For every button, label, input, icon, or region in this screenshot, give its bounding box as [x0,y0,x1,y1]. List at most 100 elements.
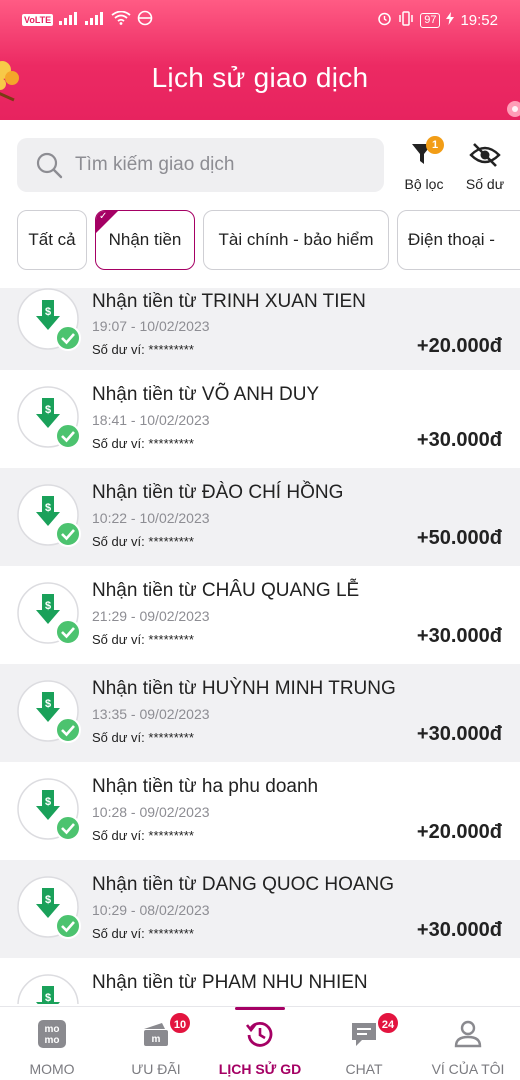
search-placeholder: Tìm kiếm giao dịch [75,154,235,175]
svg-text:$: $ [45,992,51,1004]
vibrate-icon [398,10,414,30]
transaction-title: Nhận tiền từ PHAM NHU NHIEN [92,972,368,993]
clock-time: 19:52 [460,11,498,29]
receive-money-icon: $ [17,582,81,645]
transaction-time: 10:29 - 08/02/2023 [92,902,210,918]
transaction-time: 13:35 - 09/02/2023 [92,706,210,722]
nav-label: ƯU ĐÃI [131,1061,181,1077]
transaction-amount: +20.000đ [416,335,502,357]
transaction-time: 10:22 - 10/02/2023 [92,510,210,526]
wallet-balance: Số dư ví: ********* [92,730,194,745]
momo-logo-icon: mo mo [38,1020,66,1048]
category-chips: Tất cả ✓ Nhận tiền Tài chính - bảo hiểm … [0,208,520,272]
receive-money-icon: $ [17,288,81,351]
svg-text:mo: mo [45,1024,60,1035]
wallet-balance: Số dư ví: ********* [92,534,194,549]
nav-label: VÍ CỦA TÔI [431,1061,505,1077]
svg-text:$: $ [45,698,51,710]
nav-uu-dai[interactable]: m 10 ƯU ĐÃI [104,1007,208,1080]
receive-money-icon: $ [17,680,81,743]
status-bar: VoLTE 97 19:52 [0,0,520,40]
transaction-row[interactable]: $ Nhận tiền từ PHAM NHU NHIEN [0,958,520,1004]
charging-icon [446,11,455,29]
chip-label: Điện thoại - [408,230,495,249]
svg-text:m: m [152,1034,161,1045]
balance-label: Số dư [465,176,505,192]
transaction-row[interactable]: $ Nhận tiền từ ha phu doanh 10:28 - 09/0… [0,762,520,860]
svg-text:$: $ [45,404,51,416]
chip-all[interactable]: Tất cả [17,210,87,270]
nav-momo[interactable]: mo mo MOMO [0,1007,104,1080]
page-title: Lịch sử giao dịch [151,62,369,93]
wallet-balance: Số dư ví: ********* [92,632,194,647]
nav-chat[interactable]: 24 CHAT [312,1007,416,1080]
nav-my-wallet[interactable]: VÍ CỦA TÔI [416,1007,520,1080]
search-icon [36,152,63,179]
transaction-row[interactable]: $ Nhận tiền từ HUỲNH MINH TRUNG 13:35 - … [0,664,520,762]
volte-badge: VoLTE [22,14,54,26]
transaction-row[interactable]: $ Nhận tiền từ ĐÀO CHÍ HỒNG 10:22 - 10/0… [0,468,520,566]
battery-level: 97 [420,12,441,28]
transaction-amount: +30.000đ [416,919,502,941]
wifi-icon [111,10,131,29]
svg-text:mo: mo [45,1035,60,1046]
bottom-navigation: mo mo MOMO m 10 ƯU ĐÃI LỊCH SỬ GD 24 CHA… [0,1006,520,1080]
blossom-decoration-icon [507,101,520,117]
svg-text:$: $ [45,600,51,612]
transaction-title: Nhận tiền từ TRINH XUAN TIEN [92,291,366,312]
transaction-amount: +30.000đ [416,723,502,745]
transaction-row[interactable]: $ Nhận tiền từ VÕ ANH DUY 18:41 - 10/02/… [0,370,520,468]
wallet-balance: Số dư ví: ********* [92,926,194,941]
notification-badge: 24 [376,1011,400,1035]
transaction-amount: +30.000đ [416,429,502,451]
chip-label: Nhận tiền [108,230,182,249]
transaction-title: Nhận tiền từ DANG QUOC HOANG [92,874,395,895]
transaction-time: 21:29 - 09/02/2023 [92,608,210,624]
filter-button[interactable]: 1 Bộ lọc [398,136,450,198]
active-tab-indicator [235,1007,285,1010]
hide-balance-button[interactable]: Số dư [456,138,514,198]
header: VoLTE 97 19:52 Lịch sử giao dịch [0,0,520,120]
transaction-amount: +30.000đ [416,625,502,647]
transaction-title: Nhận tiền từ CHÂU QUANG LỄ [92,580,360,601]
svg-text:$: $ [45,894,51,906]
filter-count-badge: 1 [426,136,444,154]
transaction-amount: +20.000đ [416,821,502,843]
chip-finance-insurance[interactable]: Tài chính - bảo hiểm [203,210,389,270]
transaction-time: 19:07 - 10/02/2023 [92,318,210,334]
voucher-icon: m [144,1023,168,1046]
receive-money-icon: $ [17,876,81,939]
transaction-title: Nhận tiền từ ha phu doanh [92,776,319,797]
transaction-title: Nhận tiền từ HUỲNH MINH TRUNG [92,678,396,699]
nav-label: LỊCH SỬ GD [218,1061,302,1077]
svg-text:$: $ [45,306,51,318]
svg-text:$: $ [45,502,51,514]
search-input[interactable]: Tìm kiếm giao dịch [17,138,384,192]
transaction-list: $ Nhận tiền từ TRINH XUAN TIEN 19:07 - 1… [0,288,520,1004]
transaction-row[interactable]: $ Nhận tiền từ TRINH XUAN TIEN 19:07 - 1… [0,288,520,370]
wallet-balance: Số dư ví: ********* [92,828,194,843]
eye-slash-icon [469,143,501,167]
receive-money-icon: $ [17,778,81,841]
transaction-row[interactable]: $ Nhận tiền từ CHÂU QUANG LỄ 21:29 - 09/… [0,566,520,664]
nav-label: CHAT [345,1061,383,1077]
chip-receive-money[interactable]: ✓ Nhận tiền [95,210,195,270]
chip-label: Tất cả [28,230,76,249]
transaction-amount: +50.000đ [416,527,502,549]
receive-money-icon: $ [17,484,81,547]
history-icon [245,1021,273,1047]
notification-badge: 10 [168,1011,192,1035]
chat-icon [352,1023,376,1046]
nav-label: MOMO [29,1061,75,1077]
signal-icon [59,11,105,29]
wallet-balance: Số dư ví: ********* [92,436,194,451]
transaction-row[interactable]: $ Nhận tiền từ DANG QUOC HOANG 10:29 - 0… [0,860,520,958]
search-toolbar: Tìm kiếm giao dịch 1 Bộ lọc Số dư [0,120,520,202]
chip-phone[interactable]: Điện thoại - [397,210,520,270]
wallet-balance: Số dư ví: ********* [92,342,194,357]
chip-label: Tài chính - bảo hiểm [218,230,374,249]
receive-money-icon: $ [17,974,79,1004]
filter-label: Bộ lọc [404,176,444,192]
transaction-time: 18:41 - 10/02/2023 [92,412,210,428]
nav-history[interactable]: LỊCH SỬ GD [208,1007,312,1080]
